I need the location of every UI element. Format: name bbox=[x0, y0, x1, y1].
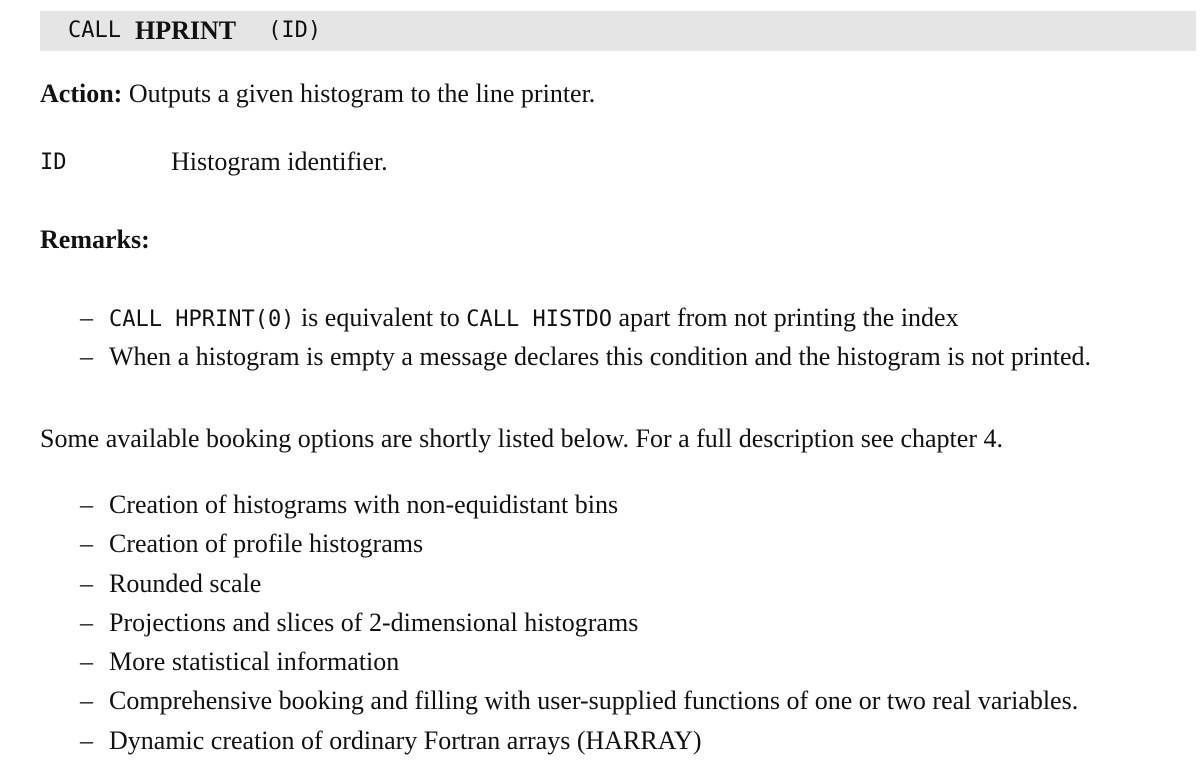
list-item: – Dynamic creation of ordinary Fortran ar… bbox=[80, 725, 1078, 764]
booking-options-intro: Some available booking options are short… bbox=[40, 424, 1003, 453]
action-text: Outputs a given histogram to the line pr… bbox=[128, 79, 596, 108]
list-item: – Creation of profile histograms bbox=[80, 528, 1078, 567]
list-dash: – bbox=[80, 686, 93, 716]
remark-item: – CALL HPRINT(0) is equivalent to CALL H… bbox=[80, 302, 1091, 341]
remark-code: CALL HISTDO bbox=[466, 307, 612, 332]
option-text: Comprehensive booking and filling with u… bbox=[109, 686, 1079, 716]
list-dash: – bbox=[80, 342, 93, 372]
list-dash: – bbox=[80, 568, 93, 598]
routine-arguments: (ID) bbox=[268, 17, 322, 43]
option-text: Creation of profile histograms bbox=[109, 529, 424, 559]
call-keyword: CALL bbox=[68, 17, 121, 43]
option-text: Projections and slices of 2-dimensional … bbox=[109, 607, 639, 637]
list-dash: – bbox=[80, 607, 93, 637]
list-dash: – bbox=[80, 647, 93, 677]
remark-text: apart from not printing the index bbox=[612, 303, 959, 332]
list-item: – More statistical information bbox=[80, 646, 1078, 685]
list-item: – Comprehensive booking and filling with … bbox=[80, 685, 1078, 724]
remark-item: – When a histogram is empty a message de… bbox=[80, 341, 1091, 380]
parameter-row: ID Histogram identifier. bbox=[40, 146, 1140, 180]
booking-options-list: – Creation of histograms with non-equidis… bbox=[80, 489, 1078, 764]
list-item: – Projections and slices of 2-dimensional… bbox=[80, 607, 1078, 646]
remarks-list: – CALL HPRINT(0) is equivalent to CALL H… bbox=[80, 302, 1091, 381]
list-item: – Rounded scale bbox=[80, 568, 1078, 607]
parameter-description: Histogram identifier. bbox=[171, 147, 388, 176]
option-text: Rounded scale bbox=[109, 568, 262, 598]
routine-name: HPRINT bbox=[134, 16, 237, 46]
list-item: – Creation of histograms with non-equidis… bbox=[80, 489, 1078, 528]
list-dash: – bbox=[80, 490, 93, 519]
list-dash: – bbox=[80, 725, 93, 755]
option-text: Dynamic creation of ordinary Fortran arr… bbox=[109, 725, 702, 755]
parameter-name: ID bbox=[40, 150, 67, 175]
action-label: Action: bbox=[40, 79, 123, 108]
remark-text: When a histogram is empty a message decl… bbox=[109, 342, 1091, 372]
list-dash: – bbox=[80, 529, 93, 559]
routine-call-header: CALL HPRINT (ID) bbox=[40, 11, 1196, 51]
option-text: Creation of histograms with non-equidist… bbox=[109, 490, 619, 519]
action-description: Action: Outputs a given histogram to the… bbox=[40, 78, 595, 109]
remarks-heading: Remarks: bbox=[40, 225, 150, 254]
remark-code: CALL HPRINT(0) bbox=[109, 307, 295, 332]
list-dash: – bbox=[80, 303, 93, 332]
remark-text: is equivalent to bbox=[294, 303, 467, 332]
option-text: More statistical information bbox=[109, 647, 400, 677]
